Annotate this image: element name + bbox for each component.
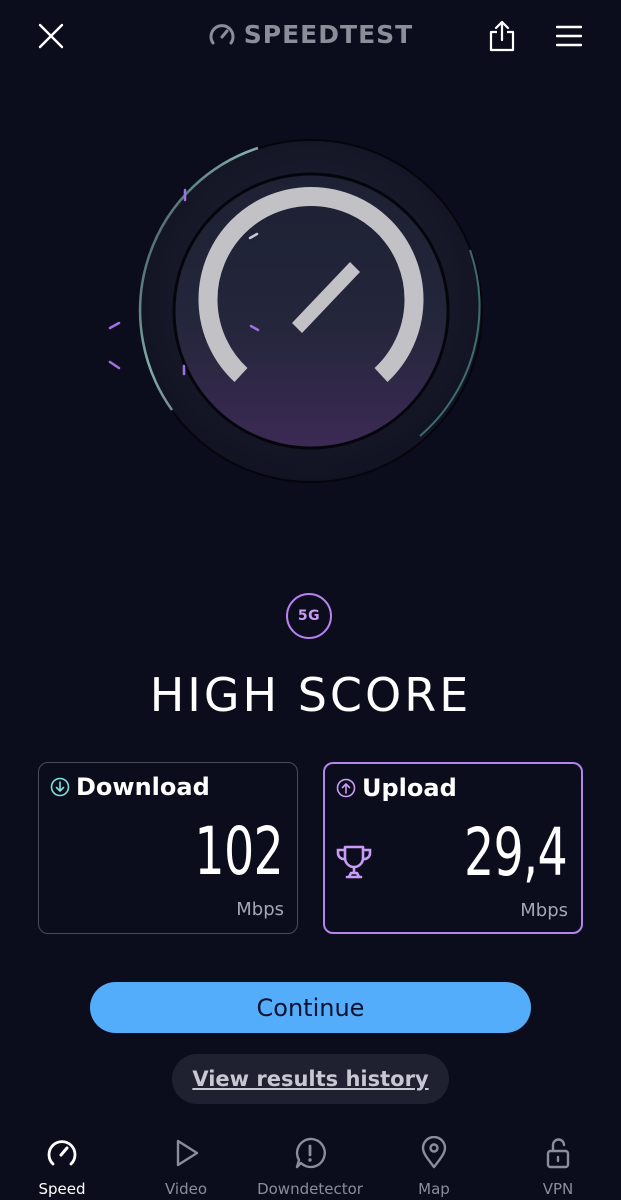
upload-card: Upload 29,4 Mbps — [323, 762, 583, 934]
upload-value: 29,4 — [464, 814, 568, 891]
nav-item-speed[interactable]: Speed — [0, 1130, 124, 1200]
share-icon — [489, 20, 515, 52]
nav-label-video: Video — [164, 1180, 208, 1198]
download-value: 102 — [194, 813, 283, 890]
map-pin-icon — [421, 1136, 447, 1169]
download-card: Download 102 Mbps — [38, 762, 298, 934]
share-button[interactable] — [480, 14, 524, 58]
nav-item-vpn[interactable]: VPN — [496, 1130, 620, 1200]
continue-button[interactable]: Continue — [90, 982, 531, 1033]
view-results-history-link[interactable]: View results history — [172, 1054, 449, 1104]
nav-item-video[interactable]: Video — [124, 1130, 248, 1200]
bottom-nav: Speed Video Downdetector Map VPN — [0, 1130, 621, 1200]
brand-name: SPEEDTEST — [243, 20, 414, 49]
speed-gauge — [108, 139, 483, 483]
upload-unit: Mbps — [520, 900, 568, 921]
nav-label-vpn: VPN — [542, 1180, 574, 1198]
speedometer-icon — [47, 1140, 77, 1166]
nav-label-speed: Speed — [38, 1180, 86, 1198]
download-label: Download — [76, 773, 210, 801]
result-headline: HIGH SCORE — [149, 668, 472, 722]
lock-icon — [546, 1138, 570, 1169]
network-type-badge: 5G — [286, 593, 332, 639]
download-unit: Mbps — [236, 899, 284, 920]
speedometer-logo-icon — [209, 23, 235, 44]
menu-icon — [556, 25, 582, 47]
play-icon — [176, 1139, 199, 1167]
nav-label-downdetector: Downdetector — [257, 1180, 363, 1198]
brand-logo: SPEEDTEST — [0, 20, 621, 49]
nav-label-map: Map — [418, 1180, 450, 1198]
nav-item-downdetector[interactable]: Downdetector — [248, 1130, 372, 1200]
arrow-up-circle-icon — [336, 778, 356, 798]
upload-label: Upload — [362, 774, 457, 802]
nav-item-map[interactable]: Map — [372, 1130, 496, 1200]
alert-icon — [295, 1137, 326, 1169]
trophy-icon — [336, 845, 372, 879]
arrow-down-circle-icon — [50, 777, 70, 797]
menu-button[interactable] — [547, 14, 591, 58]
